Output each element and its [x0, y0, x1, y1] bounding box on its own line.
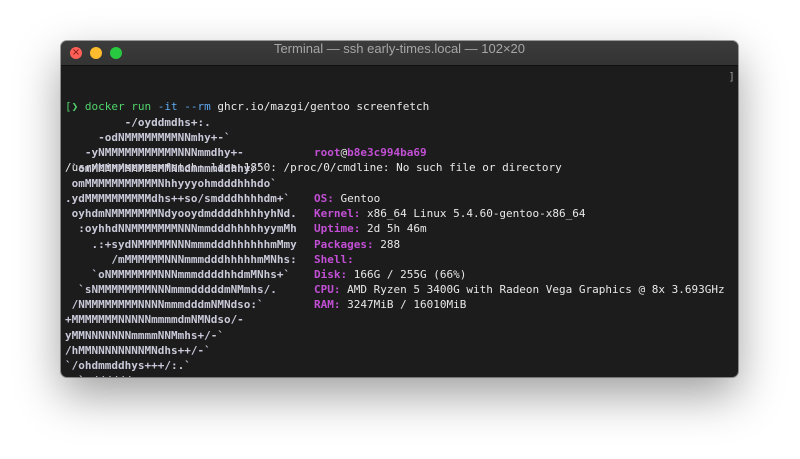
info-row: CPU: AMD Ryzen 5 3400G with Radeon Vega …	[314, 282, 725, 297]
info-user: root	[314, 146, 341, 160]
info-row: Packages: 288	[314, 237, 725, 252]
ascii-logo-line: yMMNNNNNNNmmmmNNMmhs+/-`	[65, 328, 224, 342]
info-value: Gentoo	[340, 192, 381, 205]
ascii-logo-line: omMMMMMMMMMMMNhhyyyohmdddhhhdo`	[65, 176, 277, 190]
info-label: Packages:	[314, 237, 374, 251]
ascii-logo-line: -/oyddmdhs+:.	[65, 116, 211, 129]
command-args: ghcr.io/mazgi/gentoo screenfetch	[217, 100, 430, 114]
ascii-logo-line: oyhdmNMMMMMMMNdyooydmddddhhhhyhNd.	[65, 207, 297, 221]
ascii-logo-line: `-//////:--.	[65, 373, 297, 377]
ascii-logo-line: -yNMMMMMMMMMMMNNNmmdhy+-	[65, 146, 244, 160]
info-row: Uptime: 2d 5h 46m	[314, 221, 725, 236]
gentoo-ascii-logo: -/oyddmdhs+:. -odNMMMMMMMMNNmhy+-` -yNMM…	[65, 115, 297, 377]
window-title: Terminal — ssh early-times.local — 102×2…	[273, 41, 526, 56]
ascii-logo-line: `oNMMMMMMMNNNmmmddddhhdmMNhs+`	[65, 267, 291, 281]
command-flags: -it --rm	[157, 100, 211, 114]
info-value: 166G / 255G (66%)	[353, 267, 467, 281]
info-label: CPU:	[314, 283, 341, 297]
info-value: 2d 5h 46m	[366, 222, 427, 236]
ascii-logo-line: /hMMNNNNNNNNMNdhs++/-`	[65, 343, 211, 357]
info-value: AMD Ryzen 5 3400G with Radeon Vega Graph…	[347, 283, 725, 297]
info-row: Shell:	[314, 252, 725, 267]
info-label: Disk:	[314, 267, 348, 281]
system-info: root@b8e3c994ba69 OS: Gentoo Kernel: x86_…	[314, 115, 725, 343]
info-label: Shell:	[314, 252, 354, 266]
ascii-logo-line: `/ohdmmddhys+++/:.`	[65, 359, 191, 372]
info-userhost: root@b8e3c994ba69	[314, 145, 725, 160]
info-label: OS:	[314, 192, 334, 205]
prompt-arrow-icon: ❯	[71, 100, 79, 114]
info-row: Kernel: x86_64 Linux 5.4.60-gentoo-x86_6…	[314, 206, 725, 221]
ascii-logo-line: +MMMMMMMNNNNNmmmmdmNMNdso/-	[65, 313, 244, 327]
info-label: Kernel:	[314, 207, 361, 221]
ascii-logo-line: `sNMMMMMMMMNNNmmmdddddmNMmhs/.	[65, 283, 277, 297]
ascii-logo-line: -odNMMMMMMMMNNmhy+-`	[65, 131, 231, 145]
info-row: Disk: 166G / 255G (66%)	[314, 267, 725, 282]
info-value: 3247MiB / 16010MiB	[347, 298, 467, 312]
ascii-logo-line: /mMMMMMMNNNmmmdddhhhhhmMNhs:	[65, 252, 297, 266]
title-bar[interactable]: × Terminal — ssh early-times.local — 102…	[61, 41, 738, 66]
prompt-right-bracket: ]	[728, 70, 735, 83]
info-row: RAM: 3247MiB / 16010MiB	[314, 297, 725, 312]
info-value: x86_64 Linux 5.4.60-gentoo-x86_64	[366, 207, 586, 221]
info-value: 288	[380, 237, 401, 251]
prompt-bracket: [	[65, 100, 72, 114]
prompt-line: [❯ docker run -it --rm ghcr.io/mazgi/gen…	[65, 99, 738, 114]
ascii-logo-line: /NMMMMMMMMNNNNmmmdddmNMNdso:`	[65, 298, 264, 312]
info-rows: OS: Gentoo Kernel: x86_64 Linux 5.4.60-ge…	[314, 191, 725, 313]
terminal-window: × Terminal — ssh early-times.local — 102…	[61, 41, 738, 377]
ascii-logo-line: .ydMMMMMMMMMMdhs++so/smdddhhhhdm+`	[65, 191, 291, 205]
info-label: Uptime:	[314, 222, 361, 236]
info-host: b8e3c994ba69	[347, 146, 427, 160]
info-label: RAM:	[314, 298, 341, 312]
terminal-content[interactable]: [❯ docker run -it --rm ghcr.io/mazgi/gen…	[61, 66, 738, 377]
ascii-logo-line: `omMMMMMMMMMMMMNmdmmmmddhhy/`	[65, 161, 264, 175]
ascii-logo-line: :oyhhdNNMMMMMMMNNNmmdddhhhhhyymMh	[65, 222, 297, 236]
info-row: OS: Gentoo	[314, 191, 725, 206]
command-subcommand: run	[131, 100, 152, 114]
command-name: docker	[84, 100, 125, 114]
ascii-logo-line: .:+sydNMMMMMNNNmmmdddhhhhhhmMmy	[65, 237, 297, 251]
